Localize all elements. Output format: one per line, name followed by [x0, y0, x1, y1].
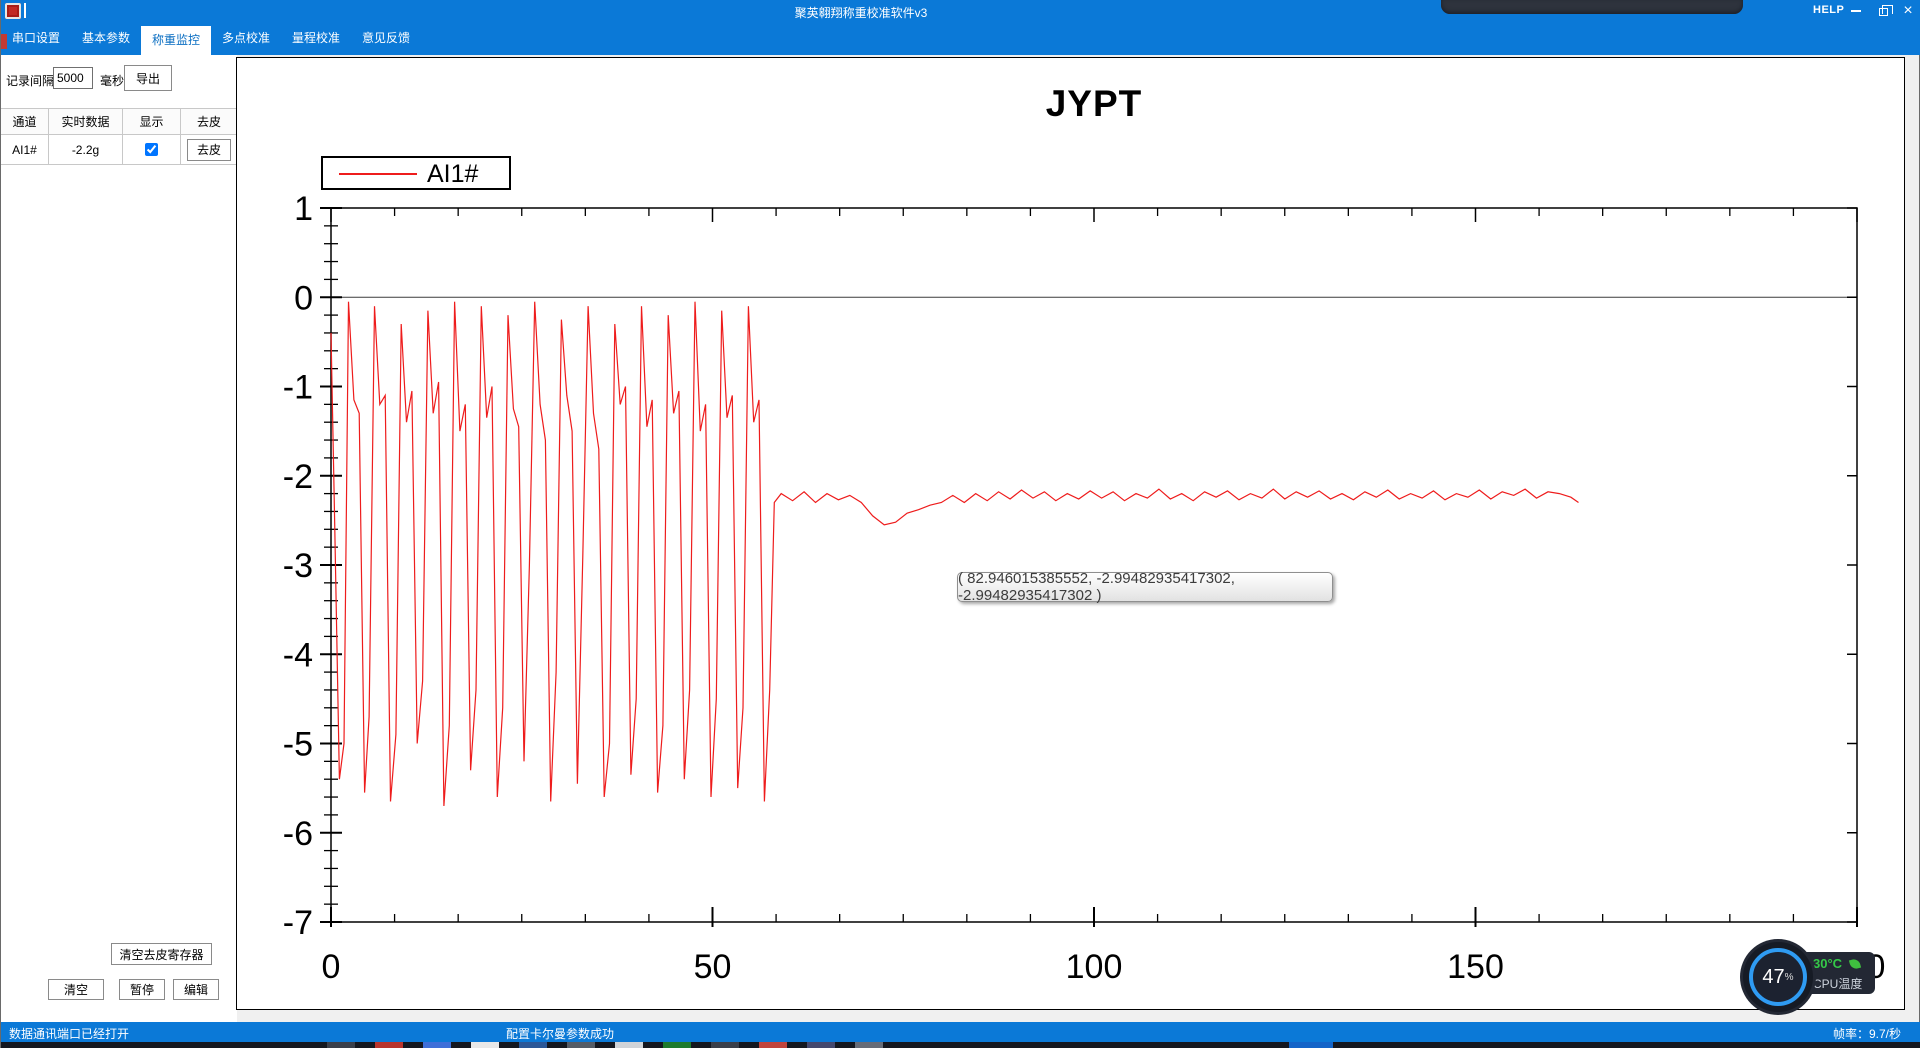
background-window-icon — [1, 34, 7, 49]
taskbar-active-app-icon[interactable] — [1289, 1042, 1333, 1048]
cpu-usage-value: 47 — [1762, 966, 1784, 989]
header-realtime-data: 实时数据 — [49, 109, 123, 135]
clear-tare-register-button[interactable]: 清空去皮寄存器 — [111, 943, 212, 965]
cell-show — [123, 135, 181, 165]
cell-tare: 去皮 — [181, 135, 237, 165]
pause-button[interactable]: 暂停 — [119, 979, 165, 1000]
channel-table-header: 通道 实时数据 显示 去皮 — [1, 109, 237, 135]
export-button[interactable]: 导出 — [124, 65, 172, 91]
restore-icon — [1879, 8, 1888, 16]
minimize-button[interactable] — [1843, 0, 1869, 22]
plot-border — [331, 208, 1857, 922]
restore-button[interactable] — [1870, 0, 1896, 22]
app-logo-icon — [5, 3, 21, 19]
y-axis-label: -3 — [283, 547, 313, 585]
x-axis-label: 50 — [694, 948, 732, 986]
taskbar-app-icon[interactable] — [807, 1042, 835, 1048]
y-axis-label: -5 — [283, 726, 313, 764]
cell-realtime-value: -2.2g — [49, 135, 123, 165]
taskbar-app-icon[interactable] — [855, 1042, 883, 1048]
cpu-temp-label: CPU温度 — [1813, 975, 1875, 992]
status-bar: 数据通讯端口已经打开 配置卡尔曼参数成功 帧率：9.7/秒 — [1, 1022, 1920, 1042]
header-show: 显示 — [123, 109, 181, 135]
y-axis-label: -1 — [283, 369, 313, 407]
x-axis-label: 100 — [1066, 948, 1123, 986]
taskbar-app-icon[interactable] — [663, 1042, 691, 1048]
close-icon: × — [1903, 3, 1912, 19]
header-channel: 通道 — [1, 109, 49, 135]
leaf-icon — [1848, 958, 1860, 970]
y-axis-label: -4 — [283, 636, 313, 674]
table-row: AI1# -2.2g 去皮 — [1, 135, 237, 165]
record-interval-unit: 毫秒 — [100, 72, 124, 89]
y-axis-label: 1 — [294, 190, 313, 228]
header-tare: 去皮 — [181, 109, 237, 135]
chart-curve — [331, 302, 1579, 806]
tab-multipoint-calibration[interactable]: 多点校准 — [211, 22, 281, 55]
record-interval-label: 记录间隔 — [6, 72, 54, 89]
tab-feedback[interactable]: 意见反馈 — [351, 22, 421, 55]
taskbar-sliver[interactable] — [1, 1042, 1920, 1048]
y-axis-label: -6 — [283, 815, 313, 853]
x-axis-label: 150 — [1447, 948, 1504, 986]
edit-button[interactable]: 编辑 — [173, 979, 219, 1000]
clear-button[interactable]: 清空 — [48, 979, 104, 1000]
y-axis-label: -2 — [283, 458, 313, 496]
channel-table: 通道 实时数据 显示 去皮 AI1# -2.2g 去皮 — [1, 108, 237, 165]
sidebar-panel: 记录间隔 毫秒 导出 通道 实时数据 显示 去皮 AI1# -2.2g 去皮 — [1, 55, 237, 1022]
taskbar-app-icon[interactable] — [567, 1042, 595, 1048]
chart-tooltip: ( 82.946015385552, -2.99482935417302, -2… — [957, 572, 1333, 602]
taskbar-app-icon[interactable] — [615, 1042, 643, 1048]
screen-overlay-bar — [1441, 0, 1743, 14]
status-kalman-message: 配置卡尔曼参数成功 — [506, 1025, 614, 1042]
tab-weighing-monitor[interactable]: 称重监控 — [141, 26, 211, 55]
menu-tab-bar: 串口设置 基本参数 称重监控 多点校准 量程校准 意见反馈 — [1, 22, 1920, 55]
status-port-message: 数据通讯端口已经打开 — [9, 1025, 129, 1042]
cpu-monitor-widget[interactable]: 30°C CPU温度 47 % — [1743, 942, 1875, 1016]
cell-channel: AI1# — [1, 135, 49, 165]
tab-range-calibration[interactable]: 量程校准 — [281, 22, 351, 55]
taskbar-app-icon[interactable] — [759, 1042, 787, 1048]
taskbar-app-icon[interactable] — [471, 1042, 499, 1048]
taskbar-app-icon[interactable] — [327, 1042, 355, 1048]
status-framerate: 帧率：9.7/秒 — [1833, 1025, 1901, 1042]
app-window: 聚英翱翔称重校准软件v3 HELP × 串口设置 基本参数 称重监控 多点校准 … — [0, 0, 1920, 1048]
window-title: 聚英翱翔称重校准软件v3 — [741, 4, 981, 21]
cpu-usage-gauge: 47 % — [1743, 942, 1813, 1012]
titlebar-cursor-mark — [24, 3, 26, 18]
close-button[interactable]: × — [1895, 0, 1920, 22]
x-axis-label: 0 — [322, 948, 341, 986]
cpu-temp-value: 30°C — [1813, 956, 1842, 971]
record-interval-input[interactable] — [53, 67, 93, 89]
tab-basic-params[interactable]: 基本参数 — [71, 22, 141, 55]
tare-button[interactable]: 去皮 — [187, 139, 231, 161]
taskbar-app-icon[interactable] — [519, 1042, 547, 1048]
record-interval-row: 记录间隔 毫秒 导出 — [1, 65, 237, 93]
y-axis-label: 0 — [294, 279, 313, 317]
title-bar: 聚英翱翔称重校准软件v3 HELP × — [1, 0, 1920, 22]
tooltip-text: ( 82.946015385552, -2.99482935417302, -2… — [958, 570, 1332, 604]
chart-plot[interactable]: 10-1-2-3-4-5-6-7050100150200 — [238, 57, 1905, 1010]
cpu-usage-unit: % — [1785, 972, 1794, 983]
show-checkbox[interactable] — [145, 143, 158, 156]
tab-serial-settings[interactable]: 串口设置 — [1, 22, 71, 55]
cpu-gauge-ring: 47 % — [1749, 948, 1807, 1006]
y-axis-label: -7 — [283, 904, 313, 942]
taskbar-app-icon[interactable] — [423, 1042, 451, 1048]
taskbar-app-icon[interactable] — [375, 1042, 403, 1048]
taskbar-app-icon[interactable] — [711, 1042, 739, 1048]
minimize-icon — [1851, 10, 1861, 12]
